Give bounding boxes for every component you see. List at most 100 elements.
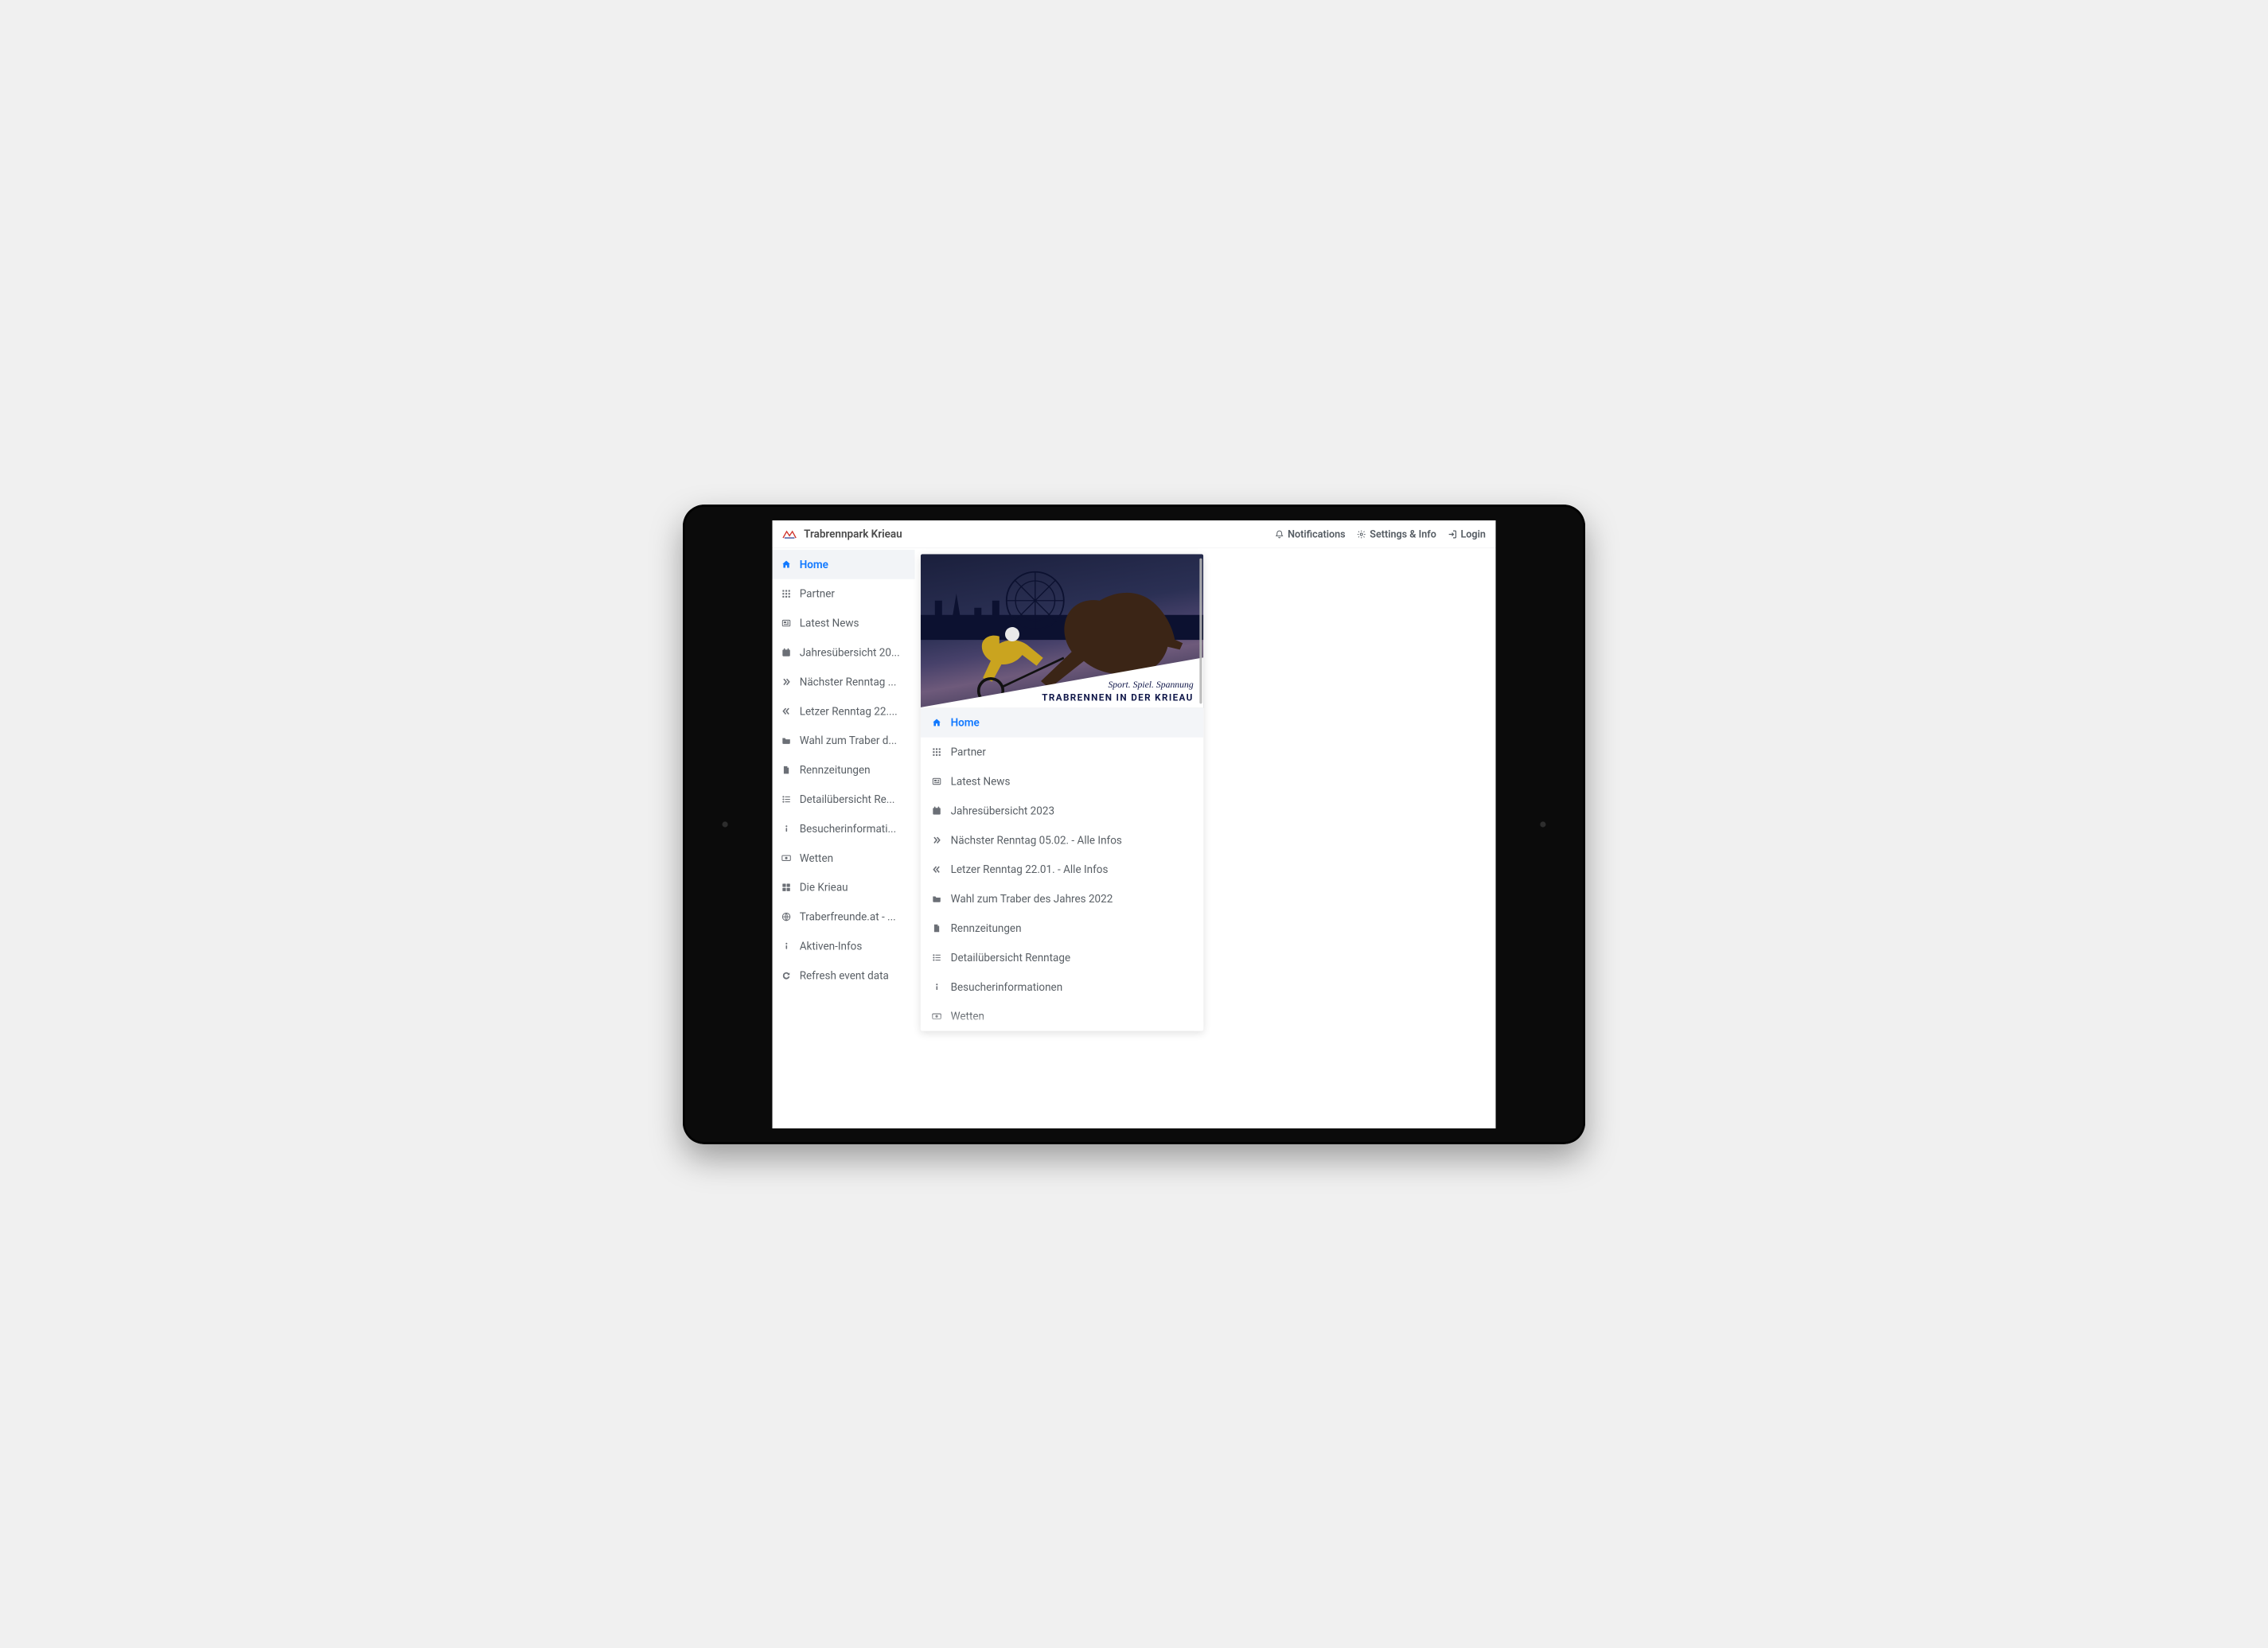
globe-icon bbox=[781, 911, 792, 921]
main-content: Sport. Spiel. Spannung TRABRENNEN IN DER… bbox=[915, 548, 1496, 1128]
settings-button[interactable]: Settings & Info bbox=[1357, 528, 1436, 540]
sidebar: Home Partner Latest News Jahresübersicht 20… bbox=[773, 548, 915, 1128]
home-icon bbox=[931, 717, 942, 727]
bell-icon bbox=[1275, 529, 1284, 539]
money-icon bbox=[781, 853, 792, 863]
screen: Trabrennpark Krieau Notifications Settin… bbox=[773, 520, 1496, 1128]
calendar-icon bbox=[781, 647, 792, 657]
card-item-grid[interactable]: Partner bbox=[921, 737, 1204, 766]
chev-l2-icon bbox=[781, 706, 792, 716]
brand-logo-icon bbox=[782, 528, 797, 539]
nav-label: Jahresübersicht 2023 bbox=[951, 805, 1054, 817]
nav-label: Rennzeitungen bbox=[800, 763, 871, 776]
info-icon bbox=[781, 941, 792, 951]
nav-label: Wahl zum Traber des Jahres 2022 bbox=[951, 892, 1113, 905]
sidebar-item-list[interactable]: Detailübersicht Re... bbox=[773, 785, 915, 814]
home-card: Sport. Spiel. Spannung TRABRENNEN IN DER… bbox=[921, 554, 1204, 1030]
chev-l2-icon bbox=[931, 864, 942, 875]
app-header: Trabrennpark Krieau Notifications Settin… bbox=[773, 520, 1496, 547]
chev-r2-icon bbox=[781, 676, 792, 687]
card-item-chev-l2[interactable]: Letzer Renntag 22.01. - Alle Infos bbox=[921, 855, 1204, 884]
nav-label: Besucherinformationen bbox=[951, 980, 1063, 993]
card-item-money[interactable]: Wetten bbox=[921, 1001, 1204, 1030]
nav-label: Letzer Renntag 22.... bbox=[800, 704, 898, 717]
nav-label: Refresh event data bbox=[800, 969, 889, 982]
card-item-news[interactable]: Latest News bbox=[921, 766, 1204, 796]
sidebar-item-chev-r2[interactable]: Nächster Renntag ... bbox=[773, 667, 915, 696]
nav-label: Letzer Renntag 22.01. - Alle Infos bbox=[951, 863, 1109, 875]
nav-label: Wahl zum Traber d... bbox=[800, 734, 897, 746]
login-label: Login bbox=[1460, 528, 1485, 540]
nav-label: Detailübersicht Re... bbox=[800, 793, 895, 805]
sidebar-item-home[interactable]: Home bbox=[773, 549, 915, 579]
sidebar-item-grid4[interactable]: Die Krieau bbox=[773, 872, 915, 902]
nav-label: Rennzeitungen bbox=[951, 921, 1022, 934]
folder-icon bbox=[781, 735, 792, 746]
card-item-file[interactable]: Rennzeitungen bbox=[921, 914, 1204, 943]
nav-label: Nächster Renntag 05.02. - Alle Infos bbox=[951, 833, 1122, 846]
sidebar-item-grid[interactable]: Partner bbox=[773, 579, 915, 608]
home-icon bbox=[781, 559, 792, 570]
refresh-icon bbox=[781, 970, 792, 980]
card-item-list[interactable]: Detailübersicht Renntage bbox=[921, 942, 1204, 972]
sidebar-item-news[interactable]: Latest News bbox=[773, 608, 915, 637]
nav-label: Partner bbox=[800, 587, 835, 600]
nav-label: Traberfreunde.at - ... bbox=[800, 910, 896, 923]
card-item-home[interactable]: Home bbox=[921, 707, 1204, 737]
sidebar-item-globe[interactable]: Traberfreunde.at - ... bbox=[773, 902, 915, 931]
nav-label: Die Krieau bbox=[800, 881, 848, 894]
chev-r2-icon bbox=[931, 835, 942, 845]
notifications-button[interactable]: Notifications bbox=[1275, 528, 1346, 540]
money-icon bbox=[931, 1011, 942, 1021]
hero-tagline: Sport. Spiel. Spannung bbox=[1042, 679, 1193, 690]
grid-icon bbox=[931, 746, 942, 757]
sidebar-item-chev-l2[interactable]: Letzer Renntag 22.... bbox=[773, 696, 915, 726]
file-icon bbox=[781, 765, 792, 775]
card-nav-list: Home Partner Latest News Jahresübersicht 20… bbox=[921, 707, 1204, 1030]
notifications-label: Notifications bbox=[1288, 528, 1346, 540]
card-item-chev-r2[interactable]: Nächster Renntag 05.02. - Alle Infos bbox=[921, 825, 1204, 855]
nav-label: Aktiven-Infos bbox=[800, 940, 863, 953]
info-icon bbox=[781, 824, 792, 834]
file-icon bbox=[931, 923, 942, 933]
settings-label: Settings & Info bbox=[1370, 528, 1436, 540]
news-icon bbox=[781, 618, 792, 628]
sidebar-item-folder[interactable]: Wahl zum Traber d... bbox=[773, 726, 915, 755]
card-item-info[interactable]: Besucherinformationen bbox=[921, 972, 1204, 1001]
folder-icon bbox=[931, 894, 942, 904]
nav-label: Partner bbox=[951, 746, 986, 758]
sidebar-item-money[interactable]: Wetten bbox=[773, 843, 915, 872]
nav-label: Besucherinformati... bbox=[800, 822, 896, 835]
brand[interactable]: Trabrennpark Krieau bbox=[782, 528, 902, 540]
list-icon bbox=[931, 953, 942, 963]
grid4-icon bbox=[781, 882, 792, 892]
sidebar-item-file[interactable]: Rennzeitungen bbox=[773, 755, 915, 785]
nav-label: Nächster Renntag ... bbox=[800, 676, 897, 688]
nav-label: Detailübersicht Renntage bbox=[951, 951, 1071, 964]
calendar-icon bbox=[931, 805, 942, 816]
nav-label: Jahresübersicht 20... bbox=[800, 646, 900, 659]
login-button[interactable]: Login bbox=[1448, 528, 1486, 540]
nav-label: Home bbox=[951, 716, 980, 729]
brand-title: Trabrennpark Krieau bbox=[804, 528, 902, 540]
hero-banner: Sport. Spiel. Spannung TRABRENNEN IN DER… bbox=[921, 554, 1204, 708]
tablet-frame: Trabrennpark Krieau Notifications Settin… bbox=[683, 505, 1585, 1144]
nav-label: Home bbox=[800, 558, 828, 571]
sidebar-item-refresh[interactable]: Refresh event data bbox=[773, 960, 915, 990]
gear-icon bbox=[1357, 529, 1366, 539]
nav-label: Wetten bbox=[800, 851, 833, 864]
news-icon bbox=[931, 776, 942, 786]
info-icon bbox=[931, 982, 942, 992]
hero-title: TRABRENNEN IN DER KRIEAU bbox=[1042, 692, 1193, 703]
sidebar-item-calendar[interactable]: Jahresübersicht 20... bbox=[773, 637, 915, 667]
nav-label: Wetten bbox=[951, 1010, 984, 1023]
grid-icon bbox=[781, 588, 792, 598]
nav-label: Latest News bbox=[800, 617, 859, 629]
card-item-calendar[interactable]: Jahresübersicht 2023 bbox=[921, 796, 1204, 825]
list-icon bbox=[781, 794, 792, 805]
sidebar-item-info[interactable]: Besucherinformati... bbox=[773, 813, 915, 843]
card-scrollbar[interactable] bbox=[1199, 558, 1202, 703]
card-item-folder[interactable]: Wahl zum Traber des Jahres 2022 bbox=[921, 884, 1204, 914]
nav-label: Latest News bbox=[951, 775, 1011, 788]
sidebar-item-info[interactable]: Aktiven-Infos bbox=[773, 931, 915, 960]
